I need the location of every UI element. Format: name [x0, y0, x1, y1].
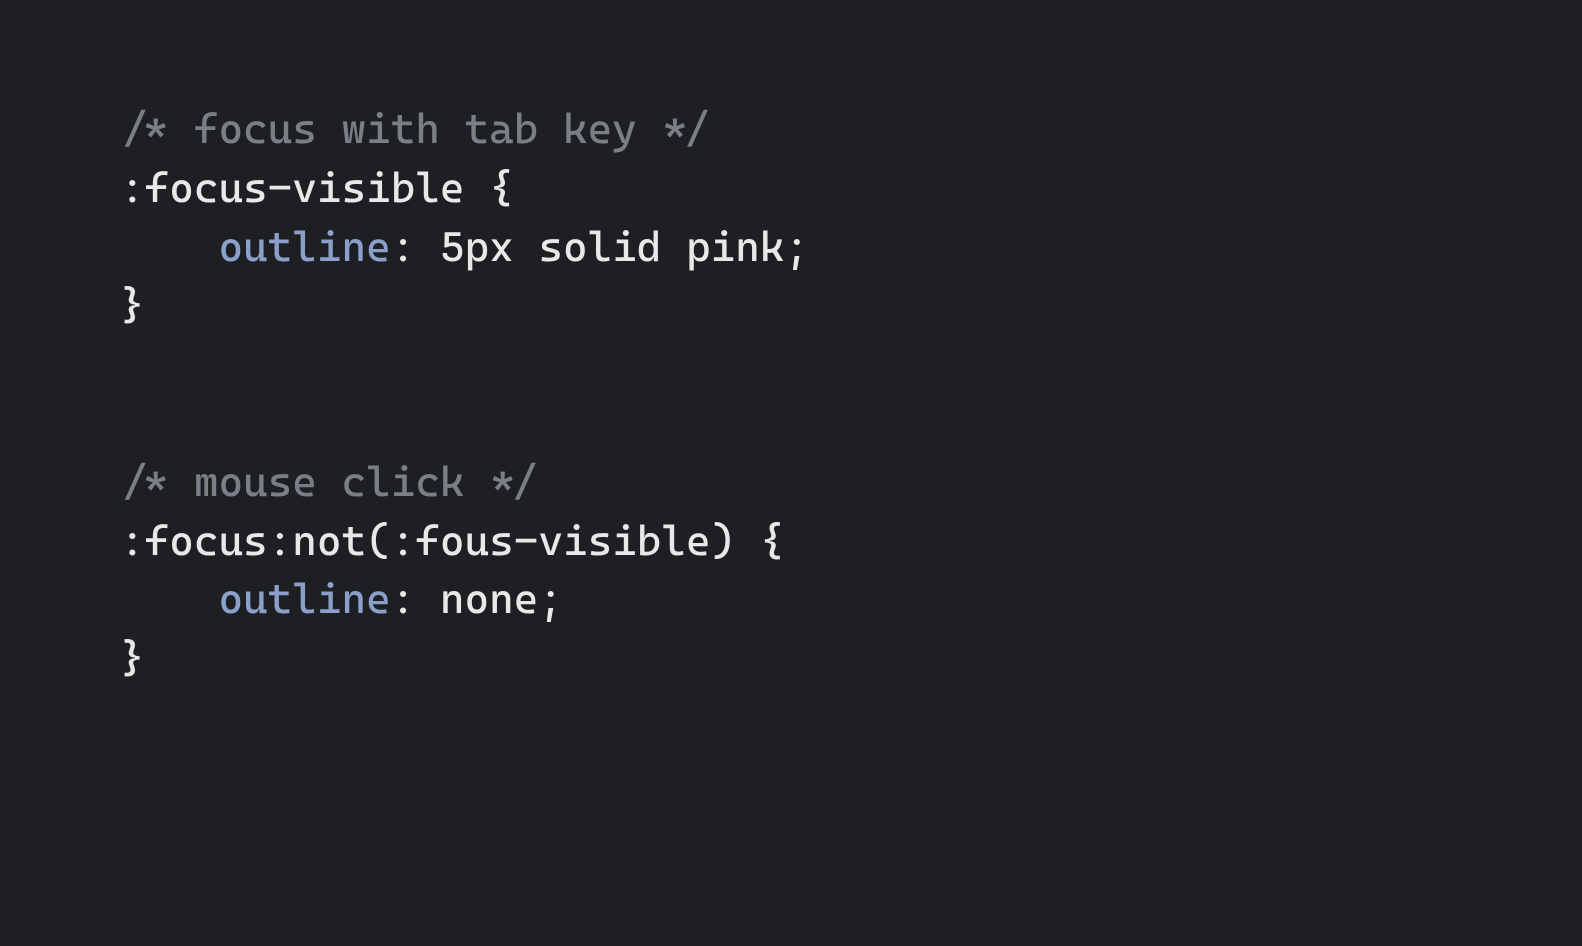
code-line-comment: /* mouse click */ — [120, 453, 1462, 512]
code-line-declaration: outline: none; — [120, 570, 1462, 629]
colon: : — [391, 222, 440, 271]
brace-close: } — [120, 633, 145, 682]
brace-close: } — [120, 280, 145, 329]
code-line-selector: :focus:not(:fous-visible) { — [120, 512, 1462, 571]
code-line-brace-close: } — [120, 276, 1462, 335]
blank-line — [120, 335, 1462, 394]
brace-open: { — [735, 516, 784, 565]
comment-text: /* mouse click */ — [120, 457, 538, 506]
code-line-comment: /* focus with tab key */ — [120, 100, 1462, 159]
code-block: /* focus with tab key */ :focus-visible {… — [120, 100, 1462, 688]
colon: : — [391, 574, 440, 623]
property-text: outline — [218, 222, 390, 271]
blank-line — [120, 394, 1462, 453]
selector-text: :focus:not(:fous-visible) — [120, 516, 735, 565]
semicolon: ; — [784, 222, 809, 271]
property-text: outline — [218, 574, 390, 623]
code-line-declaration: outline: 5px solid pink; — [120, 218, 1462, 277]
selector-text: :focus-visible — [120, 163, 465, 212]
code-line-brace-close: } — [120, 629, 1462, 688]
value-text: 5px solid pink — [440, 222, 785, 271]
value-text: none — [440, 574, 538, 623]
code-line-selector: :focus-visible { — [120, 159, 1462, 218]
brace-open: { — [465, 163, 514, 212]
comment-text: /* focus with tab key */ — [120, 104, 711, 153]
semicolon: ; — [538, 574, 563, 623]
